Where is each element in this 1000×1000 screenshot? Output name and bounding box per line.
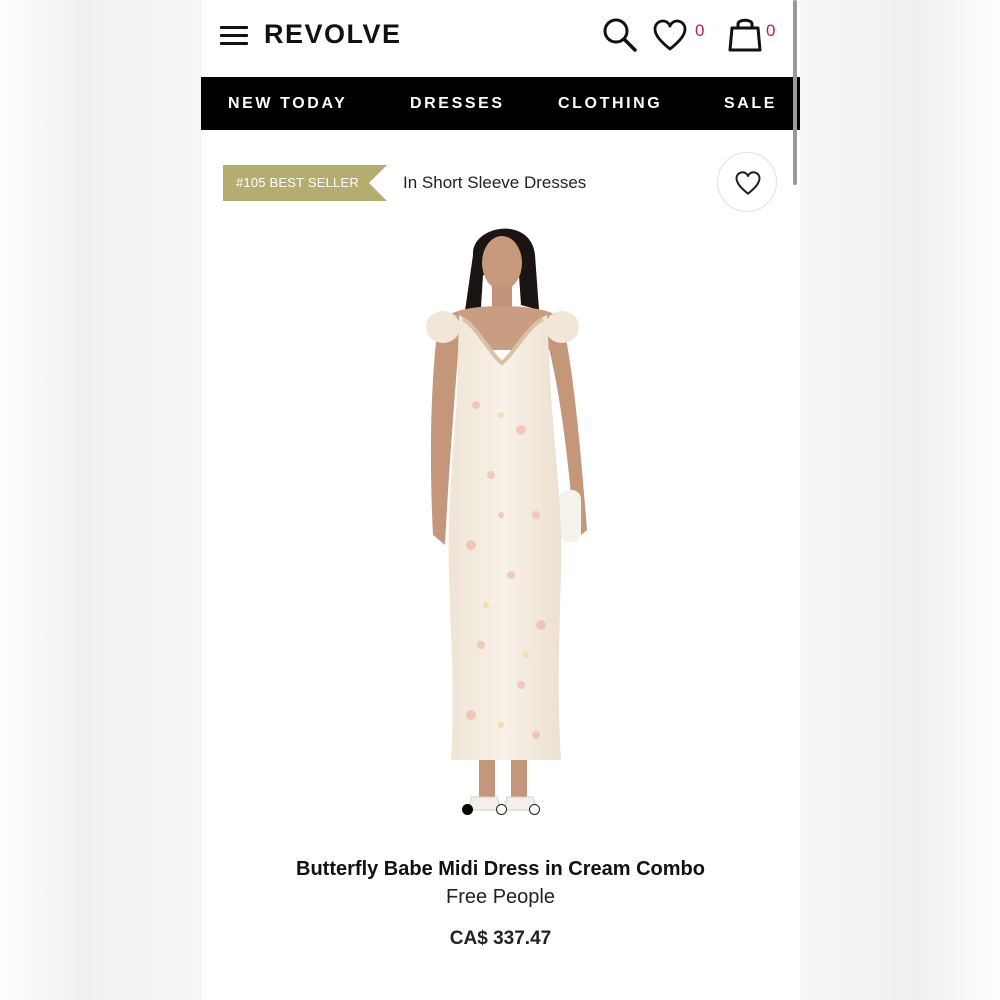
product-brand[interactable]: Free People	[201, 886, 800, 909]
site-header: REVOLVE 0 0	[201, 0, 800, 76]
menu-icon[interactable]	[220, 26, 248, 46]
search-icon[interactable]	[601, 16, 639, 54]
nav-item-clothing[interactable]: CLOTHING	[558, 95, 662, 113]
wishlist-count: 0	[695, 21, 705, 40]
heart-icon	[735, 171, 761, 195]
scrollbar[interactable]	[793, 0, 797, 185]
product-name: Butterfly Babe Midi Dress in Cream Combo	[296, 858, 705, 880]
nav-item-new-today[interactable]: NEW TODAY	[228, 95, 347, 113]
bag-count: 0	[766, 21, 776, 40]
product-image[interactable]	[351, 215, 651, 825]
site-logo[interactable]: REVOLVE	[264, 19, 402, 50]
shopping-bag-icon[interactable]	[726, 14, 764, 54]
add-to-wishlist-button[interactable]	[717, 152, 777, 212]
nav-item-sale[interactable]: SALE	[724, 95, 777, 113]
best-seller-category[interactable]: In Short Sleeve Dresses	[403, 173, 586, 193]
heart-icon[interactable]	[652, 18, 688, 52]
category-nav: NEW TODAY DRESSES CLOTHING SALE	[201, 77, 800, 130]
carousel-dot-3[interactable]	[529, 804, 540, 815]
best-seller-rank: #105 BEST SELLER	[236, 175, 359, 190]
carousel-dot-1[interactable]	[462, 804, 473, 815]
mobile-page: REVOLVE 0 0 NEW TODAY DRESSES CLOTHING S…	[201, 0, 800, 1000]
carousel-dot-2[interactable]	[496, 804, 507, 815]
product-price: CA$ 337.47	[449, 928, 552, 949]
nav-item-dresses[interactable]: DRESSES	[410, 95, 505, 113]
background-right	[800, 0, 1000, 1000]
background-left	[0, 0, 200, 1000]
